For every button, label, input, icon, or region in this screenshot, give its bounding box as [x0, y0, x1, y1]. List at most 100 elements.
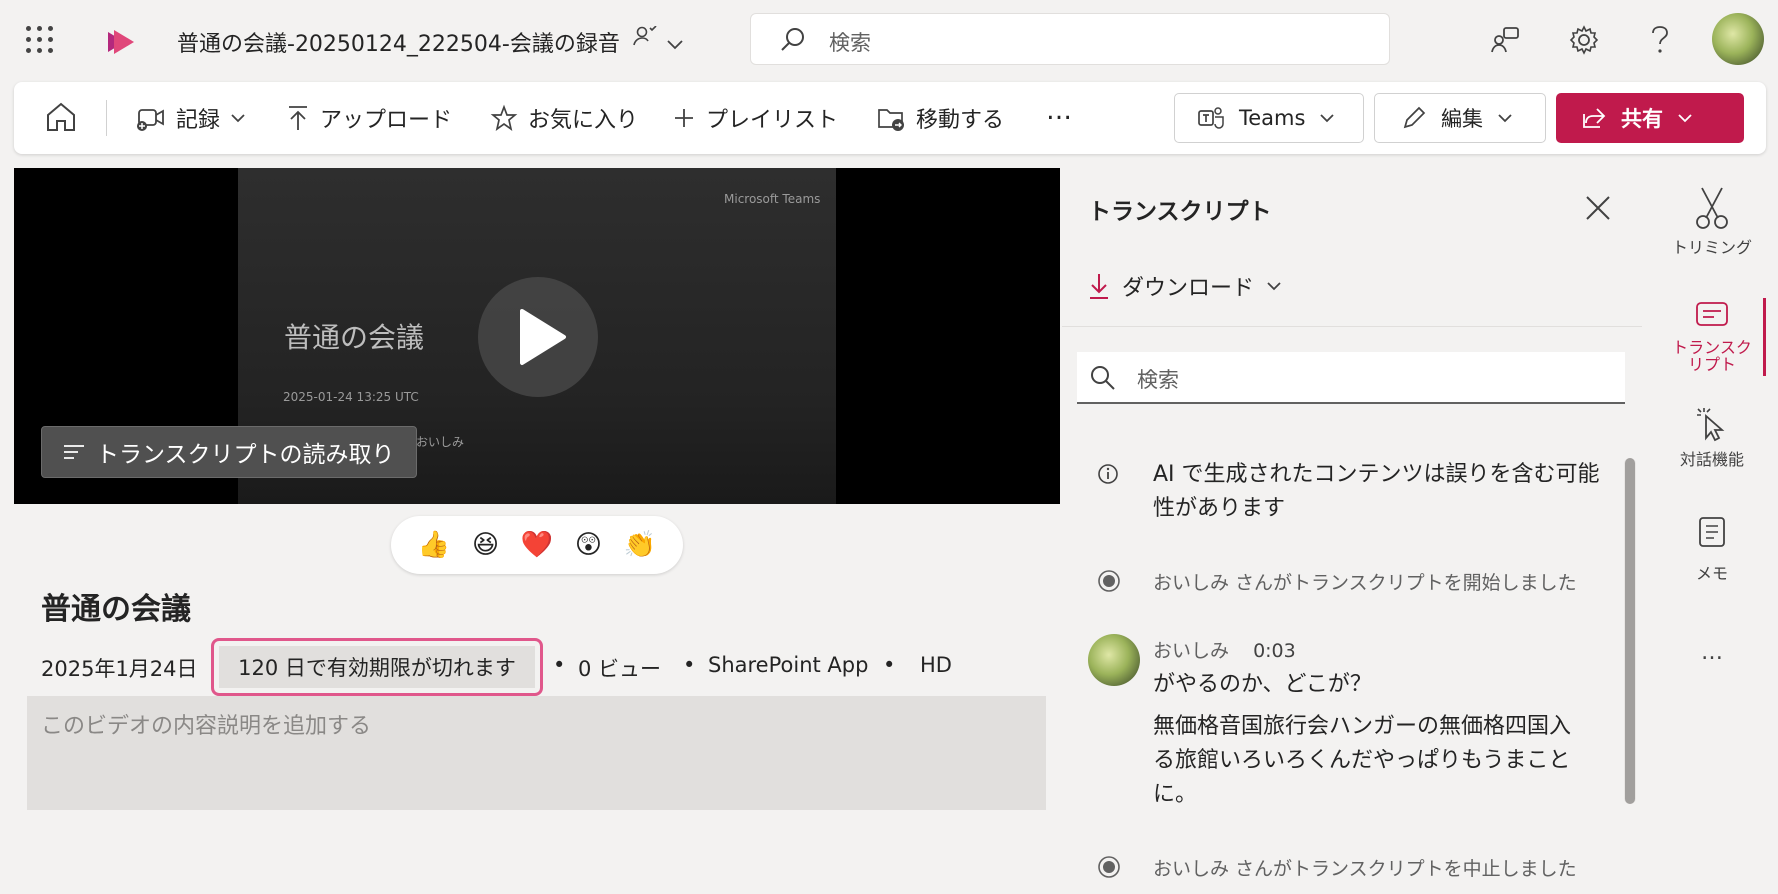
playlist-label: プレイリスト [706, 108, 839, 133]
separator: • [883, 653, 896, 677]
share-button[interactable]: 共有 [1556, 93, 1744, 143]
cursor-click-icon [1697, 408, 1725, 442]
upload-icon [289, 106, 307, 130]
expiry-text: 120 日で有効期限が切れます [238, 656, 516, 680]
help-icon[interactable] [1648, 24, 1672, 56]
upload-label: アップロード [320, 108, 453, 133]
read-transcript-label: トランスクリプトの読み取り [96, 442, 395, 468]
pencil-icon [1403, 106, 1426, 129]
search-input[interactable]: 検索 [750, 13, 1390, 65]
rail-trim-label: トリミング [1671, 238, 1752, 257]
scissors-icon [1696, 187, 1728, 229]
star-icon [490, 104, 518, 131]
stream-logo-icon [108, 30, 134, 54]
applause-reaction[interactable]: 👏 [624, 530, 656, 560]
download-icon [1090, 274, 1108, 299]
read-transcript-button[interactable]: トランスクリプトの読み取り [41, 426, 417, 478]
download-label: ダウンロード [1122, 276, 1255, 301]
thumbs-up-reaction[interactable]: 👍 [418, 530, 450, 560]
gear-icon[interactable] [1568, 24, 1600, 56]
search-icon [1091, 366, 1115, 390]
transcript-started-event: おいしみ さんがトランスクリプトを開始しました [1153, 572, 1577, 594]
chevron-down-icon [1320, 114, 1335, 123]
share-label: 共有 [1621, 107, 1663, 131]
info-icon [1098, 464, 1118, 484]
upload-button[interactable]: アップロード [286, 102, 452, 134]
home-icon[interactable] [44, 100, 78, 134]
user-avatar[interactable] [1712, 13, 1764, 65]
video-add-icon [137, 109, 164, 131]
scrollbar-thumb[interactable] [1625, 458, 1635, 804]
surprised-reaction[interactable]: 😲 [575, 530, 602, 560]
rail-trim[interactable]: トリミング [1650, 186, 1774, 258]
laugh-reaction[interactable]: 😆 [472, 530, 499, 560]
transcript-stopped-event: おいしみ さんがトランスクリプトを中止しました [1153, 858, 1577, 880]
teams-button[interactable]: Teams [1174, 93, 1364, 143]
chevron-down-icon [1267, 282, 1281, 291]
video-title[interactable]: 普通の会議 [41, 584, 191, 628]
separator: • [683, 653, 696, 677]
rail-interactive-label: 対話機能 [1679, 450, 1744, 469]
slide-brand-text: Microsoft Teams [724, 192, 821, 206]
speaker-line: おいしみ 0:03 [1153, 636, 1296, 663]
speaker-name: おいしみ [1153, 640, 1230, 662]
video-date: 2025年1月24日 [41, 657, 198, 681]
transcript-search-placeholder: 検索 [1137, 368, 1179, 392]
teams-icon [1198, 107, 1224, 129]
favorite-button[interactable]: お気に入り [490, 102, 638, 134]
app-launcher-icon[interactable] [26, 26, 54, 54]
play-icon [520, 309, 566, 365]
record-button[interactable]: 記録 [136, 102, 246, 134]
rail-transcript[interactable]: トランスクリプト [1650, 300, 1774, 373]
transcript-panel-title: トランスクリプト [1088, 199, 1272, 225]
transcript-search-input[interactable]: 検索 [1077, 352, 1625, 404]
panel-divider [1062, 326, 1642, 327]
favorite-label: お気に入り [528, 108, 639, 133]
record-status-icon [1098, 570, 1120, 592]
rail-more-label: … [1701, 640, 1723, 665]
slide-title-text: 普通の会議 [284, 321, 425, 354]
command-bar: 記録 アップロード お気に入り プレイリスト 移動する … Teams 編集 共… [14, 82, 1766, 154]
download-button[interactable]: ダウンロード [1088, 270, 1282, 302]
search-icon [781, 28, 804, 51]
rail-notes-label: メモ [1695, 564, 1728, 583]
record-status-icon [1098, 856, 1120, 878]
plus-icon [675, 109, 693, 127]
people-icon [633, 25, 657, 46]
document-title[interactable]: 普通の会議-20250124_222504-会議の録音 [177, 25, 684, 58]
transcript-scrollbar[interactable] [1624, 458, 1636, 804]
edit-button[interactable]: 編集 [1374, 93, 1546, 143]
ai-disclaimer: AI で生成されたコンテンツは誤りを含む可能性があります [1153, 462, 1600, 521]
description-input[interactable]: このビデオの内容説明を追加する [27, 696, 1046, 810]
playlist-button[interactable]: プレイリスト [672, 102, 838, 134]
expiry-highlight: 120 日で有効期限が切れます [211, 638, 543, 696]
edit-label: 編集 [1441, 107, 1483, 131]
move-button[interactable]: 移動する [876, 102, 1004, 134]
separator: • [553, 653, 566, 677]
slide-organizer-text: おいしみ [416, 435, 465, 449]
utterance-text[interactable]: がやるのか、どこが？ [1153, 668, 1583, 702]
rail-interactive[interactable]: 対話機能 [1650, 406, 1774, 470]
chevron-down-icon [667, 40, 683, 50]
view-count: 0 ビュー [578, 657, 662, 681]
expiry-badge[interactable]: 120 日で有効期限が切れます [219, 646, 535, 688]
more-button[interactable]: … [1046, 96, 1072, 126]
utterance-text[interactable]: 無価格音国旅行会ハンガーの無価格四国入る旅館いろいろくんだやっぱりもうまことに。 [1153, 710, 1583, 812]
play-button[interactable] [478, 277, 598, 397]
transcript-icon [1696, 302, 1728, 326]
move-label: 移動する [916, 108, 1005, 133]
share-icon [1583, 108, 1606, 128]
chevron-down-icon [1498, 114, 1512, 123]
lines-icon [64, 445, 84, 459]
close-icon[interactable] [1584, 194, 1612, 222]
chevron-down-icon [1678, 114, 1692, 123]
toolbar-divider [106, 100, 107, 136]
feedback-icon[interactable] [1490, 24, 1522, 56]
heart-reaction[interactable]: ❤️ [521, 530, 553, 560]
rail-more[interactable]: … [1650, 640, 1774, 665]
chevron-down-icon [231, 114, 245, 123]
rail-notes[interactable]: メモ [1650, 514, 1774, 584]
notes-icon [1699, 517, 1725, 547]
utterance-timestamp[interactable]: 0:03 [1253, 640, 1296, 662]
rail-transcript-label: トランスクリプト [1672, 338, 1752, 374]
